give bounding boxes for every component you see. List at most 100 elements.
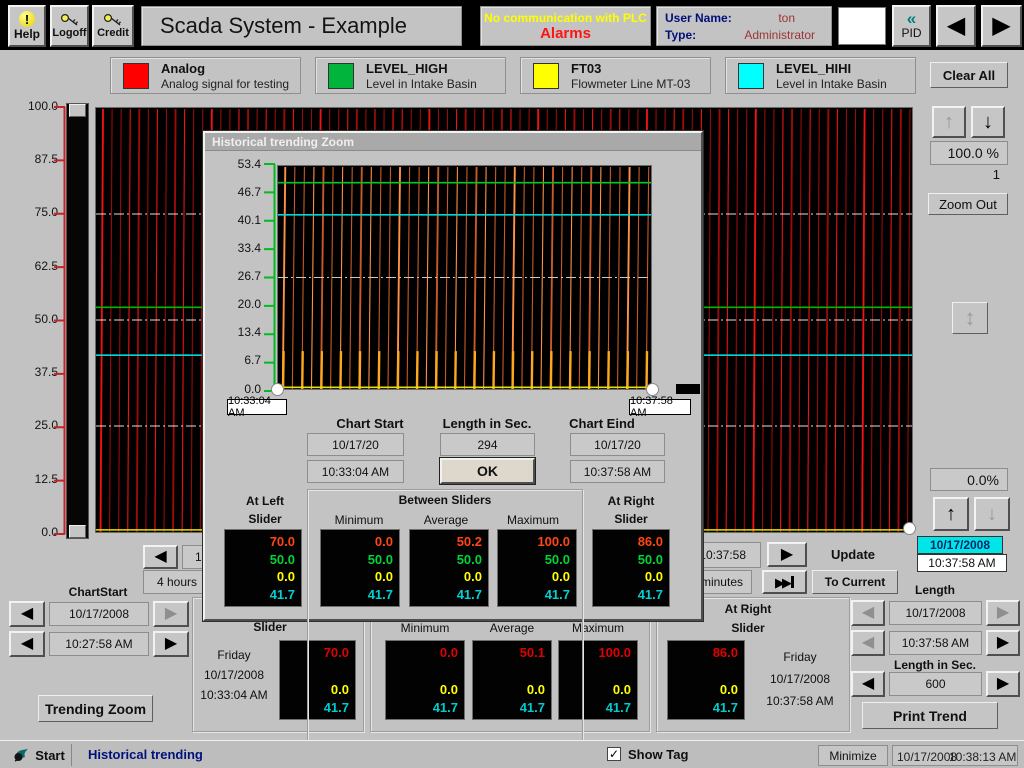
ok-button[interactable]: OK <box>440 458 535 484</box>
length-date-next-button[interactable]: ▶ <box>986 600 1020 626</box>
stat-value: 86.0 <box>674 645 738 660</box>
pan-up-button[interactable]: ↑ <box>933 497 969 531</box>
start-date-prev-button[interactable]: ◀ <box>9 601 45 627</box>
stat-value: 0.0 <box>327 534 393 549</box>
right-triangle-icon: ▶ <box>781 547 793 563</box>
stat-value: 0.0 <box>674 682 738 697</box>
zoom-y-tick: 6.7 <box>219 354 261 367</box>
start-date-field[interactable]: 10/17/2008 <box>49 602 149 626</box>
up-arrow-icon: ↑ <box>946 504 956 524</box>
dialog-chart-end-date-field[interactable]: 10/17/20 <box>570 433 665 456</box>
dialog-at-right-label-line1: At Right <box>581 494 681 508</box>
legend-tag-name: Analog <box>161 61 205 76</box>
legend-item-analog[interactable]: Analog Analog signal for testing <box>110 57 301 94</box>
dialog-chart-start-time-field[interactable]: 10:33:04 AM <box>307 460 404 483</box>
start-button[interactable]: Start <box>6 744 72 766</box>
length-sec-prev-button[interactable]: ◀ <box>851 671 885 697</box>
stat-value: 41.7 <box>504 587 570 602</box>
skip-bar <box>791 576 794 588</box>
page-next-button[interactable]: ▶ <box>981 5 1022 47</box>
length-sec-value: 600 <box>925 677 945 691</box>
taskbar-window-title[interactable]: Historical trending <box>88 747 203 762</box>
main-chart-axis <box>54 106 66 535</box>
main-chart-right-slider-handle[interactable] <box>903 522 916 535</box>
at-left-date: 10/17/2008 <box>196 668 272 682</box>
start-date-next-button[interactable]: ▶ <box>153 601 189 627</box>
key-icon <box>103 13 123 27</box>
at-right-date: 10/17/2008 <box>760 672 840 686</box>
legend-tag-desc: Level in Intake Basin <box>776 77 887 91</box>
stat-value: 50.2 <box>416 534 482 549</box>
cursor-date-field: 10/17/2008 <box>917 536 1003 554</box>
zoom-left-time: 10:33:04 AM <box>228 395 286 419</box>
stat-value: 41.7 <box>416 587 482 602</box>
pid-button[interactable]: « PID <box>892 5 931 47</box>
start-time-prev-button[interactable]: ◀ <box>9 631 45 657</box>
legend-item-level-high[interactable]: LEVEL_HIGH Level in Intake Basin <box>315 57 506 94</box>
stat-value: 50.0 <box>416 552 482 567</box>
start-time-next-button[interactable]: ▶ <box>153 631 189 657</box>
zoom-percent-field[interactable]: 100.0 % <box>930 141 1008 165</box>
start-time-value: 10:27:58 AM <box>65 637 132 651</box>
dialog-length-field[interactable]: 294 <box>440 433 535 456</box>
credit-button[interactable]: Credit <box>92 5 134 47</box>
page-prev-button[interactable]: ◀ <box>936 5 976 47</box>
length-time-prev-button[interactable]: ◀ <box>851 630 885 656</box>
zoom-chart-axis <box>264 163 276 392</box>
length-date-prev-button[interactable]: ◀ <box>851 600 885 626</box>
vertical-pan-button[interactable]: ↕ <box>952 302 988 334</box>
dialog-length-value: 294 <box>477 438 497 452</box>
zoom-slider-end-block[interactable] <box>676 384 700 394</box>
legend-item-ft03[interactable]: FT03 Flowmeter Line MT-03 <box>520 57 711 94</box>
dialog-chart-end-time-field[interactable]: 10:37:58 AM <box>570 460 665 483</box>
print-trend-button[interactable]: Print Trend <box>862 702 998 729</box>
trending-zoom-button[interactable]: Trending Zoom <box>38 695 153 722</box>
stat-value: 0.0 <box>599 569 663 584</box>
range-field[interactable]: 4 hours <box>143 570 211 594</box>
zoom-trend-chart[interactable] <box>277 165 652 390</box>
help-button[interactable]: ! Help <box>8 5 46 47</box>
length-label: Length <box>885 583 985 597</box>
main-y-tick: 75.0 <box>16 206 58 219</box>
minimize-button[interactable]: Minimize <box>818 745 888 766</box>
start-icon <box>12 747 30 763</box>
scroll-left-button[interactable]: ◀ <box>143 545 178 569</box>
dialog-chart-start-date-field[interactable]: 10/17/20 <box>307 433 404 456</box>
legend-item-level-hihi[interactable]: LEVEL_HIHI Level in Intake Basin <box>725 57 916 94</box>
value-down-button[interactable]: ↓ <box>971 106 1005 138</box>
clear-all-button[interactable]: Clear All <box>930 62 1008 88</box>
dialog-title-bar[interactable]: Historical trending Zoom <box>205 133 701 151</box>
length-sec-field[interactable]: 600 <box>889 672 982 696</box>
logoff-button[interactable]: Logoff <box>50 5 89 47</box>
zoom-percent-value: 100.0 % <box>948 145 999 161</box>
dialog-chart-end-label: Chart Eind <box>552 416 652 431</box>
scroll-right-button[interactable]: ▶ <box>767 542 807 567</box>
dialog-chart-end-date: 10/17/20 <box>594 438 641 452</box>
alarm-panel[interactable]: No communication with PLC Alarms <box>480 6 651 46</box>
stat-value: 50.0 <box>599 552 663 567</box>
pan-down-button[interactable]: ↓ <box>974 497 1010 531</box>
length-time-next-button[interactable]: ▶ <box>986 630 1020 656</box>
user-panel: User Name: ton Type: Administrator <box>656 6 832 46</box>
start-time-field[interactable]: 10:27:58 AM <box>49 632 149 656</box>
scrollbar-bottom-handle[interactable] <box>69 525 86 538</box>
to-end-button[interactable]: ▶▶ <box>762 570 807 594</box>
interval-value: 1 <box>195 550 202 564</box>
value-scrollbar[interactable] <box>66 103 89 539</box>
at-right-day: Friday <box>760 650 840 664</box>
length-sec-next-button[interactable]: ▶ <box>986 671 1020 697</box>
plc-alarm-text: No communication with PLC <box>484 11 647 25</box>
zoom-y-tick: 20.0 <box>219 298 261 311</box>
dialog-between-sliders-group <box>307 489 583 745</box>
print-trend-label: Print Trend <box>893 708 967 724</box>
main-y-tick: 62.5 <box>16 260 58 273</box>
length-time-field[interactable]: 10:37:58 AM <box>889 631 982 655</box>
dialog-at-left-box: 70.0 50.0 0.0 41.7 <box>224 529 302 607</box>
main-y-tick: 0.0 <box>16 526 58 539</box>
show-tag-checkbox[interactable]: ✓ <box>607 747 621 761</box>
length-date-field[interactable]: 10/17/2008 <box>889 601 982 625</box>
pan-percent-field[interactable]: 0.0% <box>930 468 1008 491</box>
scrollbar-top-handle[interactable] <box>69 104 86 117</box>
zoom-out-button[interactable]: Zoom Out <box>928 193 1008 215</box>
value-up-button[interactable]: ↑ <box>932 106 966 138</box>
